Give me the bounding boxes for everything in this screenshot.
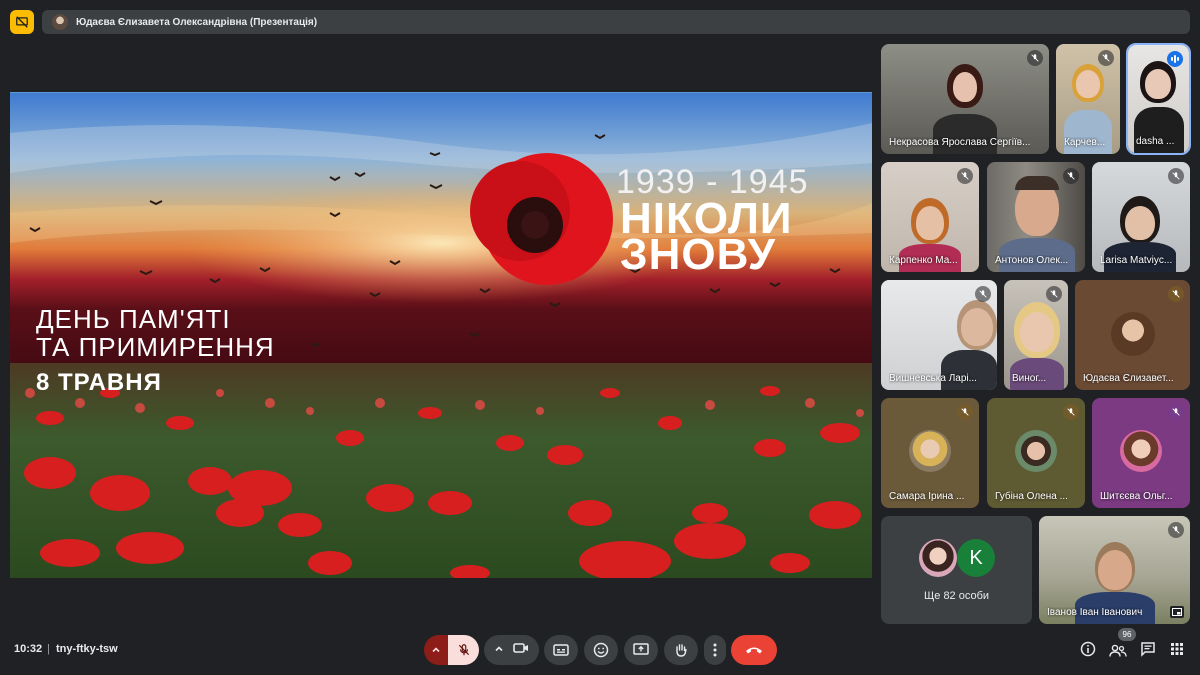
presenter-bar: Юдаєва Єлизавета Олександрівна (Презента…: [42, 10, 1190, 34]
avatar: [909, 430, 951, 472]
raise-hand-icon[interactable]: [664, 635, 698, 665]
participant-name: Самара Ірина ...: [889, 491, 965, 502]
slide-never-line2: ЗНОВУ: [620, 230, 777, 279]
mic-off-icon: [1027, 50, 1043, 66]
participant-name: Виног...: [1012, 373, 1047, 384]
participant-name: Вишневська Ларі...: [889, 373, 977, 384]
mic-off-icon: [1168, 168, 1184, 184]
apps-icon[interactable]: [1166, 638, 1188, 660]
mic-off-icon: [1098, 50, 1114, 66]
presenter-avatar: [52, 14, 68, 30]
mic-control: [424, 635, 479, 665]
participant-tile[interactable]: Карпенко Ма...: [881, 162, 979, 272]
participant-name: Карпенко Ма...: [889, 255, 958, 266]
mic-off-icon: [1168, 286, 1184, 302]
participant-name: Шитєєва Ольг...: [1100, 491, 1173, 502]
pip-icon[interactable]: [1170, 606, 1184, 618]
participant-tile[interactable]: Губіна Олена ...: [987, 398, 1085, 508]
participant-name: Карчев...: [1064, 137, 1106, 148]
participant-name: Іванов Іван Іванович: [1047, 607, 1143, 618]
participant-name: Губіна Олена ...: [995, 491, 1068, 502]
slide-day-title: ДЕНЬ ПАМ'ЯТІ ТА ПРИМИРЕННЯ: [36, 305, 275, 361]
mic-off-icon: [1046, 286, 1062, 302]
chevron-up-icon[interactable]: [424, 635, 448, 665]
mic-off-icon: [1063, 168, 1079, 184]
participant-tile[interactable]: dasha ...: [1126, 43, 1191, 155]
more-participants-label: Ще 82 особи: [923, 590, 990, 602]
participant-tile[interactable]: Юдаєва Єлизавет...: [1075, 280, 1190, 390]
participant-tile[interactable]: Самара Ірина ...: [881, 398, 979, 508]
mic-off-icon: [975, 286, 991, 302]
participant-tile[interactable]: Виног...: [1004, 280, 1068, 390]
avatar-initial: K: [957, 539, 995, 577]
slide-date: 8 ТРАВНЯ: [36, 369, 162, 396]
participant-name: Юдаєва Єлизавет...: [1083, 373, 1174, 384]
clock: 10:32: [14, 643, 43, 655]
participant-tile[interactable]: Некрасова Ярослава Сергіїв...: [881, 44, 1049, 154]
call-end-icon[interactable]: [731, 635, 777, 665]
avatar: [1120, 430, 1162, 472]
mic-off-icon: [1168, 522, 1184, 538]
avatar: [1111, 312, 1155, 356]
avatar: [1015, 430, 1057, 472]
speaking-indicator-icon: [1167, 51, 1183, 67]
presentation-slide: 1939 - 1945 НІКОЛИ ЗНОВУ ДЕНЬ ПАМ'ЯТІ ТА…: [10, 92, 872, 578]
slide-day-line1: ДЕНЬ ПАМ'ЯТІ: [36, 304, 231, 334]
videocam-icon[interactable]: [512, 641, 529, 659]
emoji-icon[interactable]: [584, 635, 618, 665]
more-participants-tile[interactable]: K Ще 82 особи: [881, 516, 1032, 624]
camera-control: [484, 635, 539, 665]
mic-off-icon: [957, 168, 973, 184]
mic-off-icon: [957, 404, 973, 420]
participant-name: Некрасова Ярослава Сергіїв...: [889, 137, 1031, 148]
separator: |: [47, 643, 50, 655]
participant-tile[interactable]: Шитєєва Ольг...: [1092, 398, 1190, 508]
participant-tile[interactable]: Карчев...: [1056, 44, 1120, 154]
participant-name: Антонов Олек...: [995, 255, 1069, 266]
people-icon[interactable]: [1107, 640, 1129, 662]
more-vert-icon[interactable]: [704, 635, 726, 665]
meeting-code: tny-ftky-tsw: [56, 643, 118, 655]
participant-tile[interactable]: Вишневська Ларі...: [881, 280, 997, 390]
present-screen-icon[interactable]: [624, 635, 658, 665]
info-icon[interactable]: [1077, 638, 1099, 660]
mic-off-icon: [1063, 404, 1079, 420]
mic-off-icon: [1168, 404, 1184, 420]
closed-captions-icon[interactable]: [544, 635, 578, 665]
slide-never-again: НІКОЛИ ЗНОВУ: [620, 197, 792, 279]
participant-tile[interactable]: Антонов Олек...: [987, 162, 1085, 272]
participant-tile[interactable]: Larisa Matviyc...: [1092, 162, 1190, 272]
chat-icon[interactable]: [1137, 638, 1159, 660]
mic-off-icon[interactable]: [448, 635, 479, 665]
presenter-name: Юдаєва Єлизавета Олександрівна (Презента…: [76, 16, 318, 28]
slide-day-line2: ТА ПРИМИРЕННЯ: [36, 332, 275, 362]
participant-name: dasha ...: [1136, 136, 1175, 147]
presentation-off-icon[interactable]: [10, 10, 34, 34]
participant-tile[interactable]: Іванов Іван Іванович: [1039, 516, 1190, 624]
chevron-up-icon[interactable]: [494, 641, 504, 659]
participant-name: Larisa Matviyc...: [1100, 255, 1173, 266]
avatar: [919, 539, 957, 577]
